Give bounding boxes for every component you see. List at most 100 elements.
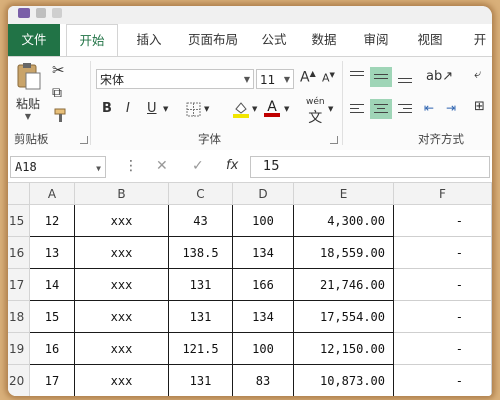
- cell-d[interactable]: 134: [233, 237, 294, 269]
- cut-icon[interactable]: ✂: [52, 61, 65, 79]
- row-header[interactable]: 18: [8, 301, 30, 333]
- row-header[interactable]: 20: [8, 365, 30, 396]
- column-header-c[interactable]: C: [169, 183, 233, 205]
- cell-c[interactable]: 131: [169, 301, 233, 333]
- align-left-button[interactable]: [346, 99, 368, 119]
- cell-b[interactable]: xxx: [75, 269, 169, 301]
- cell-a[interactable]: 13: [30, 237, 75, 269]
- tab-file[interactable]: 文件: [8, 24, 60, 56]
- cell-b[interactable]: xxx: [75, 237, 169, 269]
- merge-cells-icon[interactable]: ⊞: [474, 99, 485, 114]
- cell-e[interactable]: 21,746.00: [294, 269, 394, 301]
- cell-c[interactable]: 131: [169, 269, 233, 301]
- font-name-select[interactable]: 宋体 ▼: [96, 69, 254, 89]
- align-bottom-button[interactable]: [394, 67, 416, 87]
- phonetic-guide-button[interactable]: wén 文: [306, 97, 325, 127]
- bold-button[interactable]: B: [102, 101, 112, 116]
- save-icon[interactable]: [18, 8, 30, 18]
- cell-d[interactable]: 100: [233, 333, 294, 365]
- tab-data[interactable]: 数据: [304, 24, 344, 56]
- corner-select-all[interactable]: [8, 183, 30, 205]
- cell-b[interactable]: xxx: [75, 333, 169, 365]
- font-color-icon[interactable]: A: [264, 99, 280, 117]
- insert-function-button[interactable]: fx: [226, 158, 238, 173]
- tab-home[interactable]: 开始: [66, 24, 118, 56]
- font-launcher-icon[interactable]: [330, 136, 338, 144]
- cell-f[interactable]: -: [394, 333, 492, 365]
- tab-page-layout[interactable]: 页面布局: [180, 24, 246, 56]
- cell-e[interactable]: 17,554.00: [294, 301, 394, 333]
- decrease-indent-icon[interactable]: ⇤: [424, 101, 434, 115]
- wrap-text-icon[interactable]: ⤶: [474, 67, 481, 82]
- cell-a[interactable]: 16: [30, 333, 75, 365]
- column-header-b[interactable]: B: [75, 183, 169, 205]
- fill-color-icon[interactable]: [232, 100, 250, 121]
- chevron-down-icon[interactable]: ▼: [284, 105, 289, 113]
- row-header[interactable]: 16: [8, 237, 30, 269]
- cell-e[interactable]: 10,873.00: [294, 365, 394, 396]
- cell-a[interactable]: 17: [30, 365, 75, 396]
- font-size-select[interactable]: 11 ▼: [256, 69, 294, 89]
- cell-b[interactable]: xxx: [75, 365, 169, 396]
- grow-font-icon[interactable]: A▲: [300, 69, 316, 86]
- shrink-font-icon[interactable]: A▼: [322, 71, 335, 85]
- cell-a[interactable]: 12: [30, 205, 75, 237]
- align-top-button[interactable]: [346, 67, 368, 87]
- paste-button[interactable]: 粘贴 ▼: [10, 61, 46, 121]
- borders-icon[interactable]: [186, 102, 201, 120]
- row-header[interactable]: 15: [8, 205, 30, 237]
- column-header-a[interactable]: A: [30, 183, 75, 205]
- cell-d[interactable]: 100: [233, 205, 294, 237]
- copy-icon[interactable]: ⧉: [52, 85, 62, 101]
- tab-more[interactable]: 开: [468, 24, 492, 56]
- undo-icon[interactable]: [36, 8, 46, 18]
- orientation-icon[interactable]: ab↗: [426, 69, 453, 84]
- cell-d[interactable]: 134: [233, 301, 294, 333]
- more-options-icon[interactable]: ⋮: [124, 158, 138, 174]
- clipboard-launcher-icon[interactable]: [80, 136, 88, 144]
- cell-c[interactable]: 43: [169, 205, 233, 237]
- tab-view[interactable]: 视图: [410, 24, 450, 56]
- align-center-button[interactable]: [370, 99, 392, 119]
- cell-f[interactable]: -: [394, 237, 492, 269]
- cell-f[interactable]: -: [394, 269, 492, 301]
- cell-b[interactable]: xxx: [75, 301, 169, 333]
- cell-f[interactable]: -: [394, 205, 492, 237]
- column-header-e[interactable]: E: [294, 183, 394, 205]
- cell-a[interactable]: 15: [30, 301, 75, 333]
- row-header[interactable]: 17: [8, 269, 30, 301]
- cancel-icon[interactable]: ✕: [156, 158, 168, 174]
- cell-c[interactable]: 121.5: [169, 333, 233, 365]
- align-middle-button[interactable]: [370, 67, 392, 87]
- enter-icon[interactable]: ✓: [192, 158, 204, 174]
- cell-f[interactable]: -: [394, 301, 492, 333]
- tab-review[interactable]: 审阅: [356, 24, 396, 56]
- cell-c[interactable]: 138.5: [169, 237, 233, 269]
- increase-indent-icon[interactable]: ⇥: [446, 101, 456, 115]
- chevron-down-icon[interactable]: ▼: [163, 105, 168, 113]
- italic-button[interactable]: I: [126, 101, 130, 116]
- cell-e[interactable]: 4,300.00: [294, 205, 394, 237]
- cell-f[interactable]: -: [394, 365, 492, 396]
- redo-icon[interactable]: [52, 8, 62, 18]
- cell-e[interactable]: 18,559.00: [294, 237, 394, 269]
- chevron-down-icon[interactable]: ▼: [252, 105, 257, 113]
- formula-input[interactable]: 15: [250, 156, 490, 178]
- name-box[interactable]: A18 ▼: [10, 156, 106, 178]
- row-header[interactable]: 19: [8, 333, 30, 365]
- column-header-f[interactable]: F: [394, 183, 492, 205]
- cell-c[interactable]: 131: [169, 365, 233, 396]
- chevron-down-icon[interactable]: ▼: [204, 105, 209, 113]
- format-painter-icon[interactable]: [53, 107, 69, 126]
- underline-button[interactable]: U: [147, 101, 157, 116]
- cell-d[interactable]: 83: [233, 365, 294, 396]
- align-right-button[interactable]: [394, 99, 416, 119]
- tab-insert[interactable]: 插入: [126, 24, 172, 56]
- cell-e[interactable]: 12,150.00: [294, 333, 394, 365]
- cell-d[interactable]: 166: [233, 269, 294, 301]
- tab-formulas[interactable]: 公式: [254, 24, 294, 56]
- chevron-down-icon[interactable]: ▼: [328, 105, 333, 113]
- cell-a[interactable]: 14: [30, 269, 75, 301]
- cell-b[interactable]: xxx: [75, 205, 169, 237]
- column-header-d[interactable]: D: [233, 183, 294, 205]
